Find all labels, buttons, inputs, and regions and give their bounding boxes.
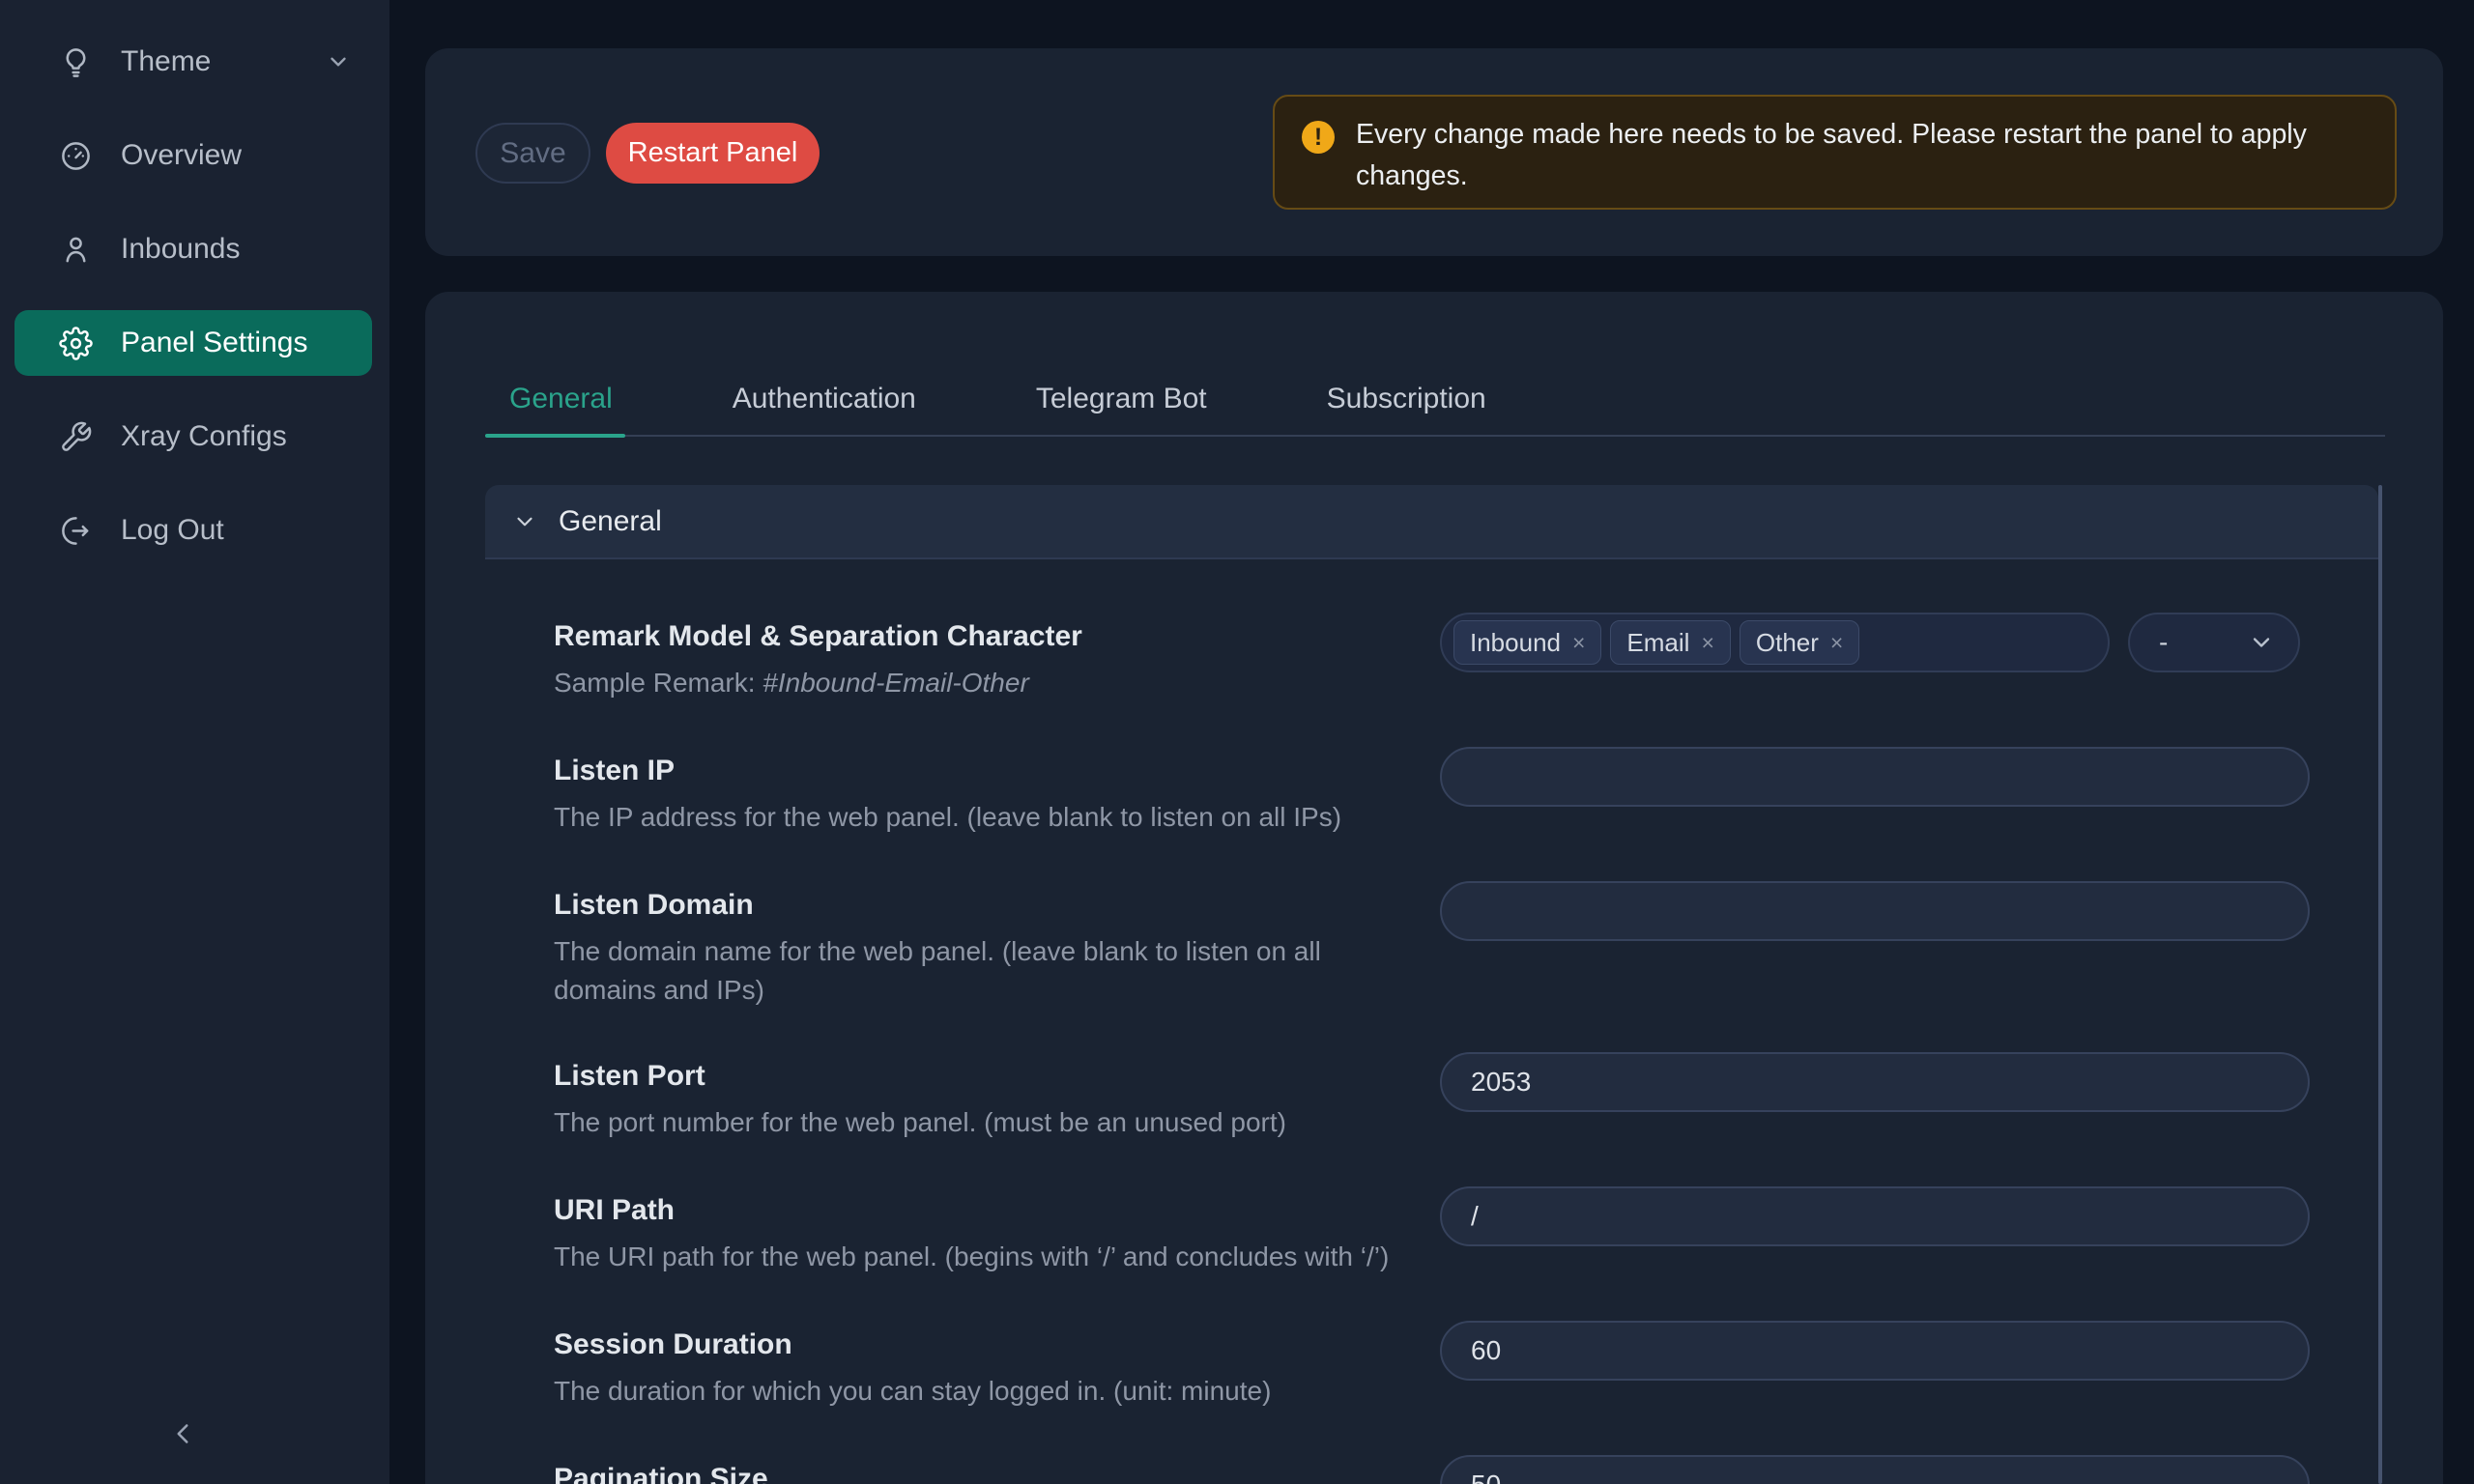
uri-path-input[interactable]	[1440, 1186, 2310, 1246]
form-row-listen-ip: Listen IP The IP address for the web pan…	[554, 750, 2319, 839]
sidebar-collapse-button[interactable]	[166, 1417, 199, 1453]
listen-ip-input[interactable]	[1440, 747, 2310, 807]
field-description: The port number for the web panel. (must…	[554, 1103, 1510, 1142]
remove-tag-icon[interactable]: ×	[1830, 630, 1843, 656]
form-row-uri-path: URI Path The URI path for the web panel.…	[554, 1189, 2319, 1278]
gear-icon	[59, 327, 93, 360]
tab-general[interactable]: General	[485, 375, 637, 423]
sample-remark-value: #Inbound-Email-Other	[762, 668, 1028, 698]
sidebar-item-panel-settings[interactable]: Panel Settings	[14, 310, 372, 376]
tab-authentication[interactable]: Authentication	[708, 375, 940, 423]
sidebar-item-overview[interactable]: Overview	[14, 123, 372, 188]
sidebar-item-label: Panel Settings	[121, 327, 307, 359]
tab-subscription[interactable]: Subscription	[1303, 375, 1510, 423]
field-label: Listen Domain	[554, 884, 1404, 927]
chevron-left-icon	[166, 1439, 199, 1453]
listen-domain-input[interactable]	[1440, 881, 2310, 941]
general-section-header[interactable]: General	[485, 485, 2378, 559]
separator-select[interactable]: -	[2128, 613, 2300, 672]
form-row-pagination-size: Pagination Size	[554, 1458, 2319, 1484]
tag-email: Email ×	[1610, 620, 1730, 665]
tag-other: Other ×	[1740, 620, 1859, 665]
remark-model-multiselect[interactable]: Inbound × Email × Other ×	[1440, 613, 2110, 672]
wrench-icon	[59, 420, 93, 454]
tag-label: Email	[1626, 628, 1689, 658]
gauge-icon	[59, 139, 93, 173]
form-row-listen-port: Listen Port The port number for the web …	[554, 1055, 2319, 1144]
form-row-remark-model: Remark Model & Separation Character Samp…	[554, 615, 2319, 704]
warning-icon: !	[1302, 121, 1335, 154]
restart-panel-button[interactable]: Restart Panel	[606, 123, 820, 184]
field-description: The IP address for the web panel. (leave…	[554, 798, 1510, 837]
settings-card: General Authentication Telegram Bot Subs…	[425, 292, 2443, 1484]
tabs-divider	[485, 435, 2385, 437]
sidebar-item-label: Inbounds	[121, 233, 240, 266]
warning-alert: ! Every change made here needs to be sav…	[1273, 95, 2397, 210]
sidebar-item-inbounds[interactable]: Inbounds	[14, 216, 372, 282]
sidebar-item-label: Overview	[121, 139, 242, 172]
chevron-down-icon	[326, 49, 351, 74]
tabs: General Authentication Telegram Bot Subs…	[485, 375, 1582, 423]
sidebar-item-label: Theme	[121, 45, 211, 78]
toolbar-card: Save Restart Panel ! Every change made h…	[425, 48, 2443, 256]
pagination-size-input[interactable]	[1440, 1455, 2310, 1484]
alert-text: Every change made here needs to be saved…	[1356, 114, 2372, 197]
bulb-icon	[59, 45, 93, 79]
tag-label: Inbound	[1470, 628, 1561, 658]
form-row-listen-domain: Listen Domain The domain name for the we…	[554, 884, 2319, 1010]
field-label: Listen IP	[554, 750, 1510, 792]
session-duration-input[interactable]	[1440, 1321, 2310, 1381]
active-tab-indicator	[485, 434, 625, 438]
main-content: Save Restart Panel ! Every change made h…	[389, 0, 2474, 1484]
field-label: Remark Model & Separation Character	[554, 615, 1510, 658]
sidebar: Theme Overview Inbounds	[0, 0, 389, 1484]
user-icon	[59, 233, 93, 267]
field-description: The duration for which you can stay logg…	[554, 1372, 1510, 1411]
field-description: The domain name for the web panel. (leav…	[554, 932, 1404, 1010]
sidebar-item-theme[interactable]: Theme	[14, 29, 372, 95]
field-description: Sample Remark: #Inbound-Email-Other	[554, 664, 1510, 702]
sidebar-item-log-out[interactable]: Log Out	[14, 498, 372, 563]
general-form: Remark Model & Separation Character Samp…	[485, 561, 2378, 1484]
field-description: The URI path for the web panel. (begins …	[554, 1238, 1510, 1276]
field-label: URI Path	[554, 1189, 1510, 1232]
sample-remark-prefix: Sample Remark:	[554, 668, 762, 698]
field-label: Session Duration	[554, 1324, 1510, 1366]
chevron-down-icon	[512, 509, 537, 534]
field-label: Listen Port	[554, 1055, 1510, 1098]
sidebar-item-label: Log Out	[121, 514, 224, 547]
sidebar-item-label: Xray Configs	[121, 420, 287, 453]
field-label: Pagination Size	[554, 1458, 1510, 1484]
logout-icon	[59, 514, 93, 548]
tag-inbound: Inbound ×	[1453, 620, 1601, 665]
remove-tag-icon[interactable]: ×	[1572, 630, 1585, 656]
sidebar-nav: Theme Overview Inbounds	[0, 0, 389, 563]
chevron-down-icon	[2248, 629, 2275, 656]
form-row-session-duration: Session Duration The duration for which …	[554, 1324, 2319, 1413]
sidebar-item-xray-configs[interactable]: Xray Configs	[14, 404, 372, 470]
tag-label: Other	[1756, 628, 1819, 658]
app-root: Theme Overview Inbounds	[0, 0, 2474, 1484]
section-title: General	[559, 505, 662, 538]
save-button[interactable]: Save	[475, 123, 590, 184]
remove-tag-icon[interactable]: ×	[1701, 630, 1713, 656]
listen-port-input[interactable]	[1440, 1052, 2310, 1112]
tab-telegram-bot[interactable]: Telegram Bot	[1012, 375, 1231, 423]
vertical-scrollbar[interactable]	[2378, 485, 2382, 1484]
separator-value: -	[2159, 627, 2168, 658]
